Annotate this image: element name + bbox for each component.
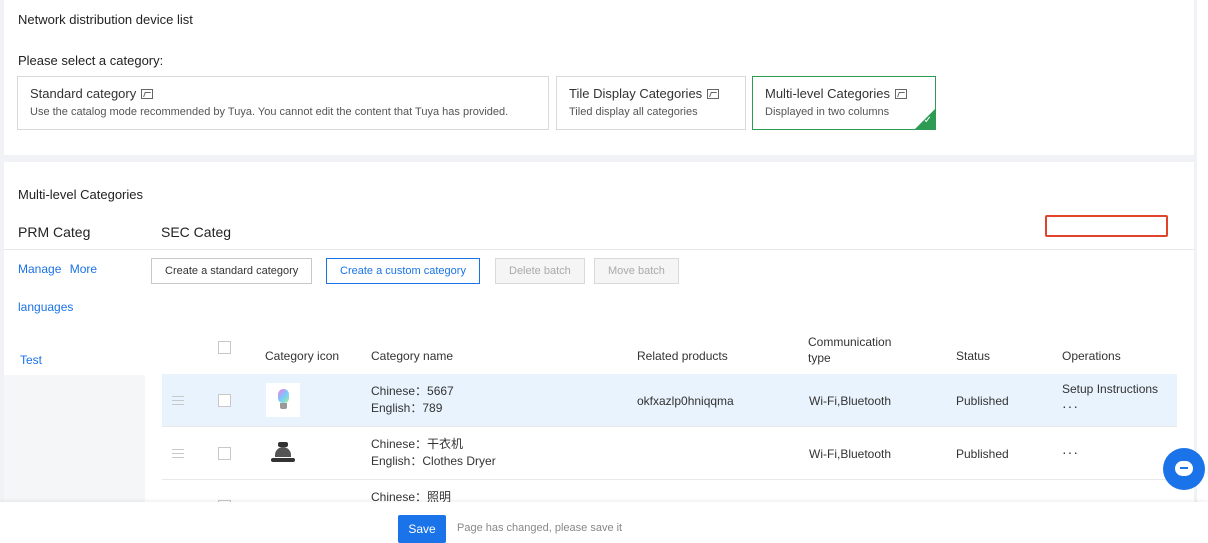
column-header-communication-line1: Communication bbox=[808, 335, 892, 349]
table-row: Chinese：照明 bbox=[162, 480, 1177, 502]
column-header-status: Status bbox=[956, 349, 991, 363]
category-option-title: Multi-level Categories bbox=[765, 86, 890, 101]
save-bar: Save Page has changed, please save it bbox=[0, 502, 1208, 543]
column-header-products: Related products bbox=[637, 349, 728, 363]
scrollbar[interactable] bbox=[1197, 0, 1208, 502]
category-name-chinese: Chinese：照明 bbox=[371, 490, 452, 502]
category-name-cell: Chinese：干衣机 English：Clothes Dryer bbox=[371, 436, 496, 470]
image-preview-icon[interactable] bbox=[895, 88, 907, 99]
prm-category-item-test[interactable]: Test bbox=[4, 325, 145, 375]
more-actions-icon[interactable]: ··· bbox=[1062, 444, 1079, 460]
category-name-english: English：Clothes Dryer bbox=[371, 454, 496, 468]
category-name-chinese: Chinese：干衣机 bbox=[371, 437, 464, 451]
table-row: Chinese：干衣机 English：Clothes Dryer Wi-Fi,… bbox=[162, 427, 1177, 480]
category-option-desc: Use the catalog mode recommended by Tuya… bbox=[30, 106, 509, 118]
manage-languages-link[interactable]: Manage More bbox=[18, 262, 97, 276]
status-cell: Published bbox=[956, 394, 1009, 408]
image-preview-icon[interactable] bbox=[141, 88, 154, 99]
multi-level-title: Multi-level Categories bbox=[18, 187, 143, 202]
move-batch-button[interactable]: Move batch bbox=[594, 258, 679, 284]
column-header-name: Category name bbox=[371, 349, 454, 363]
status-cell: Published bbox=[956, 447, 1009, 461]
more-link-text: More bbox=[69, 262, 98, 276]
column-header-communication-line2: type bbox=[808, 351, 831, 365]
row-checkbox[interactable] bbox=[218, 394, 231, 407]
category-name-cell: Chinese：5667 English：789 bbox=[371, 383, 454, 417]
select-all-checkbox[interactable] bbox=[218, 341, 231, 354]
sec-category-header: SEC Categ bbox=[161, 224, 232, 240]
chat-icon[interactable] bbox=[1163, 448, 1205, 490]
category-name-chinese: Chinese：5667 bbox=[371, 384, 454, 398]
category-mode-card: Network distribution device list Please … bbox=[4, 0, 1194, 155]
divider bbox=[4, 249, 1194, 250]
column-header-icon: Category icon bbox=[265, 349, 340, 363]
category-name-cell: Chinese：照明 bbox=[371, 489, 451, 502]
category-option-multi-level[interactable]: Multi-level Categories Displayed in two … bbox=[752, 76, 936, 130]
manage-link-text: Manage bbox=[18, 262, 62, 276]
select-category-label: Please select a category: bbox=[18, 53, 164, 68]
save-button[interactable]: Save bbox=[398, 515, 446, 543]
multi-level-card: Multi-level Categories PRM Categ SEC Cat… bbox=[4, 162, 1194, 502]
drag-handle-icon[interactable] bbox=[172, 396, 184, 405]
category-name-english: English：789 bbox=[371, 401, 443, 415]
light-bulb-icon bbox=[266, 383, 300, 417]
category-option-desc: Displayed in two columns bbox=[765, 106, 890, 118]
prm-category-label: Test bbox=[20, 353, 43, 367]
table-row: Chinese：5667 English：789 okfxazlp0hniqqm… bbox=[162, 374, 1177, 427]
languages-link-text[interactable]: languages bbox=[18, 300, 73, 314]
category-option-standard[interactable]: Standard category Use the catalog mode r… bbox=[17, 76, 549, 130]
related-products-cell: okfxazlp0hniqqma bbox=[637, 394, 734, 408]
create-standard-category-button[interactable]: Create a standard category bbox=[151, 258, 313, 284]
unsaved-changes-hint: Page has changed, please save it bbox=[457, 522, 623, 534]
row-checkbox[interactable] bbox=[218, 447, 231, 460]
more-actions-icon[interactable]: ··· bbox=[1062, 398, 1079, 414]
check-icon: ✓ bbox=[923, 115, 932, 126]
category-option-tile[interactable]: Tile Display Categories Tiled display al… bbox=[556, 76, 746, 130]
delete-batch-button[interactable]: Delete batch bbox=[495, 258, 585, 284]
create-custom-category-button[interactable]: Create a custom category bbox=[326, 258, 480, 284]
clothes-dryer-icon bbox=[266, 436, 300, 470]
category-option-desc: Tiled display all categories bbox=[569, 106, 698, 118]
communication-type-cell: Wi-Fi,Bluetooth bbox=[809, 447, 892, 461]
category-option-title: Standard category bbox=[30, 86, 137, 101]
column-header-operations: Operations bbox=[1062, 349, 1121, 363]
page-title: Network distribution device list bbox=[18, 12, 193, 27]
highlight-box bbox=[1045, 215, 1168, 237]
setup-instructions-link[interactable]: Setup Instructions bbox=[1062, 382, 1158, 396]
column-header-communication: Communication type bbox=[808, 334, 891, 366]
communication-type-cell: Wi-Fi,Bluetooth bbox=[809, 394, 892, 408]
prm-category-header: PRM Categ bbox=[18, 224, 91, 240]
drag-handle-icon[interactable] bbox=[172, 449, 184, 458]
image-preview-icon[interactable] bbox=[707, 88, 720, 99]
category-option-title: Tile Display Categories bbox=[569, 86, 703, 101]
